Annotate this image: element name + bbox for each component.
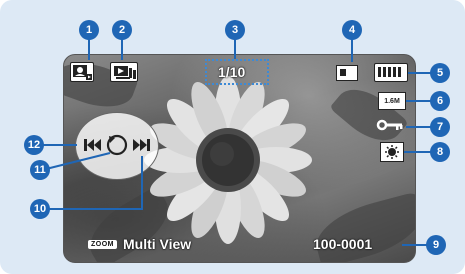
callout-10: 10: [30, 199, 50, 219]
image-counter: 1/10: [218, 64, 246, 80]
callout-7: 7: [430, 117, 450, 137]
file-number: 100-0001: [313, 236, 373, 252]
callout-3: 3: [225, 20, 245, 40]
callout-8: 8: [430, 142, 450, 162]
zoom-label: Multi View: [123, 236, 192, 252]
resolution-badge: 1.6M: [384, 97, 400, 105]
zoom-tag: ZOOM: [88, 240, 117, 249]
playback-mode-icon: [70, 62, 94, 82]
battery-icon: [374, 63, 408, 82]
callout-12: 12: [24, 135, 44, 155]
callout-6: 6: [430, 91, 450, 111]
skip-forward-icon[interactable]: [132, 138, 150, 152]
callout-4: 4: [342, 20, 362, 40]
callout-11: 11: [30, 160, 50, 180]
callout-2: 2: [112, 20, 132, 40]
multi-view-icon: [110, 62, 138, 82]
figure-panel: 1/10 1.6M ZOOM Multi View 100-0001 1 2 3…: [0, 0, 465, 274]
slideshow-icon: [380, 142, 404, 162]
resolution-icon: 1.6M: [378, 92, 406, 110]
callout-9: 9: [426, 235, 446, 255]
card-icon: [336, 65, 358, 81]
callout-5: 5: [430, 63, 450, 83]
key-icon: [376, 119, 403, 131]
callout-1: 1: [79, 20, 99, 40]
